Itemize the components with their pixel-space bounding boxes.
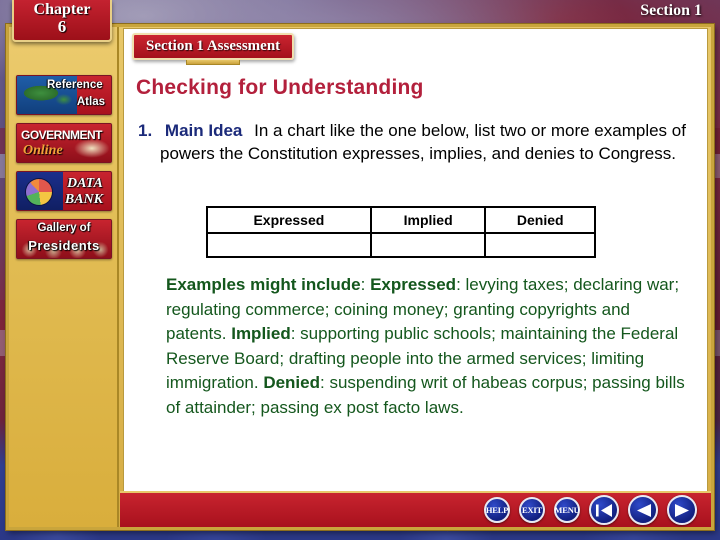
reference-atlas-line1: Reference bbox=[47, 79, 103, 91]
arrow-left-icon bbox=[635, 503, 652, 518]
page-title: Checking for Understanding bbox=[136, 76, 424, 99]
bottom-navigation-bar: HELP EXIT MENU bbox=[120, 491, 711, 527]
section-tag: Section 1 bbox=[640, 2, 702, 19]
data-bank-line2: BANK bbox=[64, 192, 103, 207]
first-slide-button[interactable] bbox=[589, 495, 619, 525]
sidebar-item-gallery-of-presidents[interactable]: Gallery of Presidents bbox=[16, 219, 112, 259]
chapter-tag[interactable]: Chapter 6 bbox=[12, 0, 112, 42]
gallery-line1: Gallery of bbox=[37, 222, 91, 234]
table-header-expressed: Expressed bbox=[206, 206, 372, 234]
table-row[interactable] bbox=[206, 232, 596, 258]
table-cell-implied[interactable] bbox=[369, 232, 487, 258]
table-cell-denied[interactable] bbox=[484, 232, 596, 258]
slide-content-panel: Section 1 Assessment Checking for Unders… bbox=[123, 28, 708, 498]
menu-button-label: MENU bbox=[554, 505, 580, 515]
exit-button[interactable]: EXIT bbox=[519, 497, 545, 523]
assessment-banner-plate: Section 1 Assessment bbox=[132, 33, 295, 60]
assessment-banner-label: Section 1 Assessment bbox=[146, 38, 281, 54]
government-online-line1: GOVERNMENT bbox=[21, 128, 103, 142]
table-cell-expressed[interactable] bbox=[206, 232, 372, 258]
table-header-row: Expressed Implied Denied bbox=[206, 206, 596, 234]
reference-atlas-line2: Atlas bbox=[76, 96, 105, 108]
assessment-banner-tab bbox=[186, 60, 241, 65]
sidebar-item-data-bank[interactable]: DATA BANK bbox=[16, 171, 112, 211]
next-slide-button[interactable] bbox=[667, 495, 697, 525]
question-number: 1. bbox=[138, 121, 153, 140]
help-button-label: HELP bbox=[485, 505, 509, 515]
sidebar-item-government-online[interactable]: GOVERNMENT Online bbox=[16, 123, 112, 163]
sidebar: Reference Atlas GOVERNMENT Online DATA B… bbox=[9, 27, 119, 527]
help-button[interactable]: HELP bbox=[484, 497, 510, 523]
powers-chart-table: Expressed Implied Denied bbox=[206, 206, 596, 258]
gallery-line2: Presidents bbox=[28, 238, 100, 253]
question-block: 1. Main Idea In a chart like the one bel… bbox=[138, 119, 693, 165]
government-online-line2: Online bbox=[23, 143, 63, 158]
menu-button[interactable]: MENU bbox=[554, 497, 580, 523]
sidebar-item-label: DATA BANK bbox=[17, 172, 111, 210]
previous-slide-button[interactable] bbox=[628, 495, 658, 525]
chapter-number: 6 bbox=[57, 17, 67, 36]
sidebar-item-label: Reference Atlas bbox=[17, 76, 111, 114]
exit-button-label: EXIT bbox=[522, 505, 542, 515]
data-bank-line1: DATA bbox=[67, 176, 103, 191]
table-header-denied: Denied bbox=[484, 206, 596, 234]
arrow-right-icon bbox=[674, 503, 691, 518]
table-header-implied: Implied bbox=[369, 206, 487, 234]
sidebar-item-reference-atlas[interactable]: Reference Atlas bbox=[16, 75, 112, 115]
section-assessment-banner: Section 1 Assessment bbox=[132, 33, 295, 65]
answer-text: Examples might include: Expressed: levyi… bbox=[166, 275, 685, 417]
arrow-to-start-icon bbox=[595, 503, 613, 518]
question-label: Main Idea bbox=[164, 121, 243, 140]
